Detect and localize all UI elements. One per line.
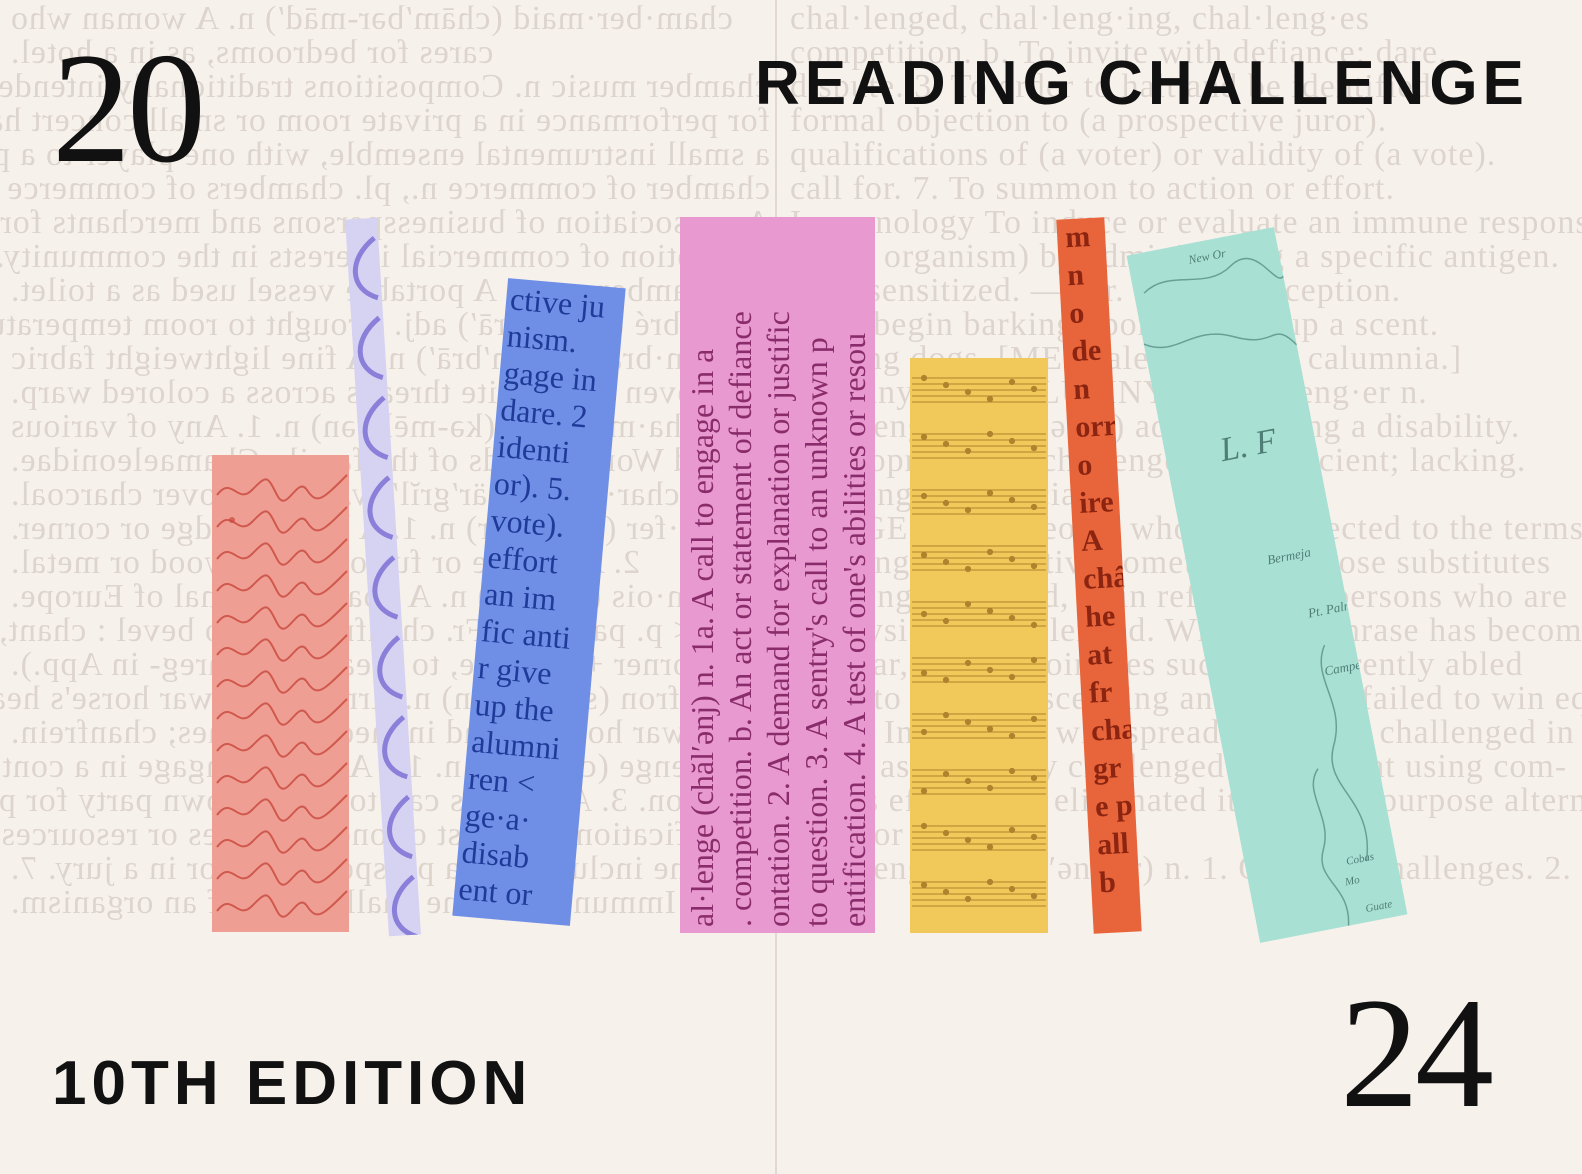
orange-book-text: m — [1064, 220, 1092, 255]
map-label: Guate — [1365, 898, 1394, 915]
background-line: woven with white threads across a colore… — [10, 374, 720, 411]
blue-book-text: nism. — [505, 317, 579, 360]
orange-book-text: n — [1066, 258, 1085, 293]
blue-book-text: an im — [482, 575, 558, 618]
edition-label: 10TH EDITION — [52, 1049, 533, 1118]
background-line: cham·bré (shäm-brā′) adj. Brought to roo… — [0, 306, 770, 343]
background-line: developmentally challenged. 2. Deficient… — [790, 442, 1527, 479]
orange-book-text: o — [1076, 448, 1094, 482]
background-line: promotion of commercial interests in the… — [0, 238, 770, 275]
pink-book-text: . competition. b. An act or statement of… — [722, 311, 758, 927]
orange-book-text: châ — [1082, 560, 1129, 596]
map-label: New Or — [1186, 246, 1227, 267]
pink-book-text: entification. 4. A test of one's abiliti… — [836, 332, 872, 927]
handwriting-pattern — [216, 474, 348, 918]
blue-book-text: r give — [476, 649, 554, 692]
pink-book-text: ontation. 2. A demand for explanation or… — [760, 311, 796, 927]
background-line: puters effectively eliminated it as an a… — [790, 782, 1582, 819]
background-line: Immunology To induce or evaluate an immu… — [790, 204, 1582, 241]
background-line: seem to be condescending and so have fai… — [790, 680, 1582, 717]
book-yellow-sheet-music — [910, 358, 1048, 933]
background-line: chal·lenged, chal·leng·ing, chal·leng·es — [790, 0, 1370, 37]
orange-book-text: cha — [1090, 712, 1137, 748]
music-staff-pattern — [912, 374, 1046, 907]
background-line: qualifications of (a voter) or validity … — [790, 136, 1497, 173]
orange-book-text: e p — [1094, 788, 1134, 824]
blue-book-text: effort — [486, 538, 560, 581]
map-label: Mo — [1343, 874, 1361, 889]
year-top: 20 — [52, 21, 206, 196]
blue-book-text: ge·a· — [463, 796, 533, 839]
year-bottom: 24 — [1340, 966, 1494, 1141]
map-label: Cobas — [1345, 851, 1375, 868]
background-line: as being too negative sometimes propose … — [790, 544, 1552, 581]
orange-book-text: at — [1086, 637, 1113, 672]
pink-book-text: al·lenge (chăl′ənj) n. 1a. A call to eng… — [684, 348, 720, 927]
orange-book-text: he — [1084, 599, 1116, 634]
orange-book-text: de — [1070, 333, 1103, 369]
background-line: favor. Indeed, the widespread parody of … — [790, 714, 1582, 751]
blue-book-text: identi — [495, 427, 572, 471]
blue-book-text: ent or — [457, 870, 534, 913]
background-line: cham·bray (shăm′brā′) n. A fine lightwei… — [10, 340, 743, 377]
background-line: as physically challenged. While this phr… — [790, 612, 1582, 649]
background-line: An association of businesspersons and me… — [0, 204, 770, 241]
book-coral-handwriting — [212, 455, 349, 932]
book-pink-dictionary: al·lenge (chăl′ənj) n. 1a. A call to eng… — [680, 217, 875, 933]
orange-book-text: fr — [1088, 675, 1114, 710]
background-line: chal·lenged (chăl′ənjd) adj. 1. Having a… — [790, 408, 1521, 445]
orange-book-text: A — [1080, 523, 1104, 558]
background-line: challenged instead, as in referring to p… — [790, 578, 1569, 615]
orange-book-text: o — [1068, 296, 1086, 331]
blue-book-text: vote). — [489, 501, 567, 544]
background-line: hunting dogs. [ME chalenge < Lat. calumn… — [790, 340, 1463, 377]
background-line: call for. 7. To summon to action or effo… — [790, 170, 1395, 207]
background-line: 1. To begin barking upon picking up a sc… — [790, 306, 1440, 343]
background-line: chal·leng·er (chăl′ən-jər) n. 1. One tha… — [790, 850, 1582, 887]
blue-book-text: disab — [460, 833, 531, 876]
map-label: L. F — [1216, 422, 1281, 470]
background-line: popular, similar coinages such as differ… — [790, 646, 1524, 683]
orange-book-text: n — [1072, 372, 1091, 407]
background-line: chamber pot n. A portable vessel used as… — [10, 272, 722, 309]
background-line: terms as vertically challenged for inept… — [790, 748, 1568, 785]
orange-book-text: all — [1096, 826, 1130, 862]
blue-book-text: ren < — [466, 759, 537, 802]
map-label: Bermeja — [1266, 544, 1313, 567]
orange-book-text: b — [1098, 865, 1117, 900]
pink-book-text: to question. 3. A sentry's call to an un… — [798, 337, 834, 927]
orange-book-text: ire — [1078, 485, 1115, 520]
orange-book-text: orr — [1074, 408, 1118, 445]
orange-book-text: gr — [1092, 751, 1123, 786]
challenge-title: READING CHALLENGE — [755, 49, 1529, 118]
